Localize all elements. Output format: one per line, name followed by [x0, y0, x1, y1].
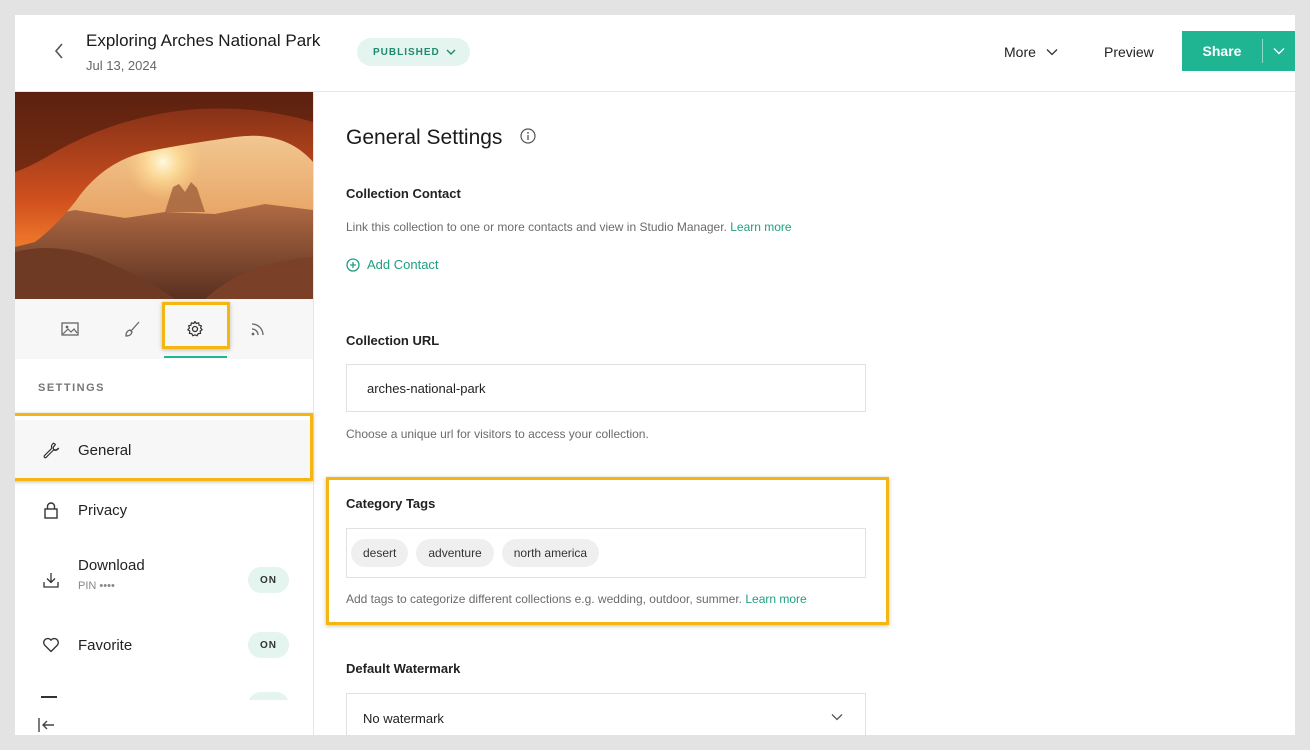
- contact-learn-more-link[interactable]: Learn more: [730, 220, 791, 234]
- watermark-value: No watermark: [363, 710, 444, 726]
- sidebar-item-label: Privacy: [78, 501, 128, 519]
- sidebar-tabs: [15, 299, 313, 359]
- sidebar-item-label: Favorite: [78, 636, 133, 654]
- preview-button[interactable]: Preview: [1104, 44, 1154, 60]
- tags-help-text: Add tags to categorize different collect…: [346, 592, 743, 606]
- tag-chip[interactable]: desert: [351, 539, 409, 567]
- download-icon: [41, 570, 61, 590]
- collection-contact-help: Link this collection to one or more cont…: [346, 220, 792, 234]
- settings-section-label: SETTINGS: [38, 382, 106, 394]
- collection-url-help: Choose a unique url for visitors to acce…: [346, 427, 649, 441]
- sidebar-item-privacy[interactable]: Privacy: [15, 480, 313, 540]
- chevron-down-icon: [1046, 49, 1058, 56]
- more-button[interactable]: More: [1004, 44, 1058, 60]
- collection-url-label: Collection URL: [346, 333, 440, 348]
- category-tags-label: Category Tags: [346, 496, 436, 511]
- add-contact-button[interactable]: Add Contact: [346, 257, 439, 272]
- lock-icon: [41, 500, 61, 520]
- sidebar-item-label: Download: [78, 557, 145, 574]
- top-header: Exploring Arches National Park Jul 13, 2…: [15, 15, 1295, 92]
- rss-icon[interactable]: [243, 314, 273, 344]
- tags-learn-more-link[interactable]: Learn more: [745, 592, 806, 606]
- default-watermark-label: Default Watermark: [346, 661, 461, 676]
- plus-circle-icon: [346, 257, 360, 272]
- watermark-select[interactable]: No watermark: [346, 693, 866, 735]
- sidebar-item-general[interactable]: General: [15, 420, 313, 480]
- info-icon[interactable]: [520, 128, 536, 144]
- more-label: More: [1004, 44, 1036, 60]
- category-tags-help: Add tags to categorize different collect…: [346, 592, 807, 606]
- favorite-toggle[interactable]: ON: [248, 632, 289, 658]
- share-button[interactable]: Share: [1182, 31, 1295, 71]
- page-title: General Settings: [346, 126, 503, 149]
- status-label: PUBLISHED: [373, 46, 440, 58]
- collection-url-input[interactable]: [346, 364, 866, 412]
- sidebar-item-partial: [15, 690, 313, 700]
- collection-title: Exploring Arches National Park: [86, 31, 321, 50]
- sidebar: SETTINGS General Privacy Download PIN ••…: [15, 92, 314, 735]
- partial-icon: [41, 696, 57, 698]
- wrench-icon: [41, 440, 61, 460]
- download-toggle[interactable]: ON: [248, 567, 289, 593]
- contact-help-text: Link this collection to one or more cont…: [346, 220, 727, 234]
- image-icon[interactable]: [55, 314, 85, 344]
- active-tab-indicator: [164, 356, 227, 358]
- main-content: General Settings Collection Contact Link…: [314, 92, 1295, 735]
- cover-photo[interactable]: [15, 92, 313, 299]
- status-dropdown[interactable]: PUBLISHED: [357, 38, 470, 66]
- gear-icon[interactable]: [180, 314, 210, 344]
- add-contact-label: Add Contact: [367, 257, 439, 272]
- sidebar-item-download[interactable]: Download PIN •••• ON: [15, 550, 313, 610]
- category-tags-input[interactable]: desert adventure north america: [346, 528, 866, 578]
- heart-icon: [41, 635, 61, 655]
- partial-toggle: [248, 692, 289, 700]
- download-pin-text: PIN ••••: [78, 580, 115, 592]
- chevron-down-icon: [446, 49, 456, 55]
- back-icon[interactable]: [51, 41, 67, 61]
- app-window: Exploring Arches National Park Jul 13, 2…: [15, 15, 1295, 735]
- chevron-down-icon: [831, 714, 843, 721]
- sidebar-item-label: General: [78, 441, 132, 459]
- sidebar-item-favorite[interactable]: Favorite ON: [15, 615, 313, 675]
- brush-icon[interactable]: [117, 314, 147, 344]
- collapse-sidebar-icon[interactable]: [37, 717, 57, 733]
- tag-chip[interactable]: north america: [501, 539, 600, 567]
- share-label: Share: [1202, 43, 1242, 59]
- collection-contact-label: Collection Contact: [346, 186, 461, 201]
- tag-chip[interactable]: adventure: [416, 539, 494, 567]
- share-options-chevron-icon[interactable]: [1263, 47, 1295, 55]
- collection-date: Jul 13, 2024: [86, 58, 157, 73]
